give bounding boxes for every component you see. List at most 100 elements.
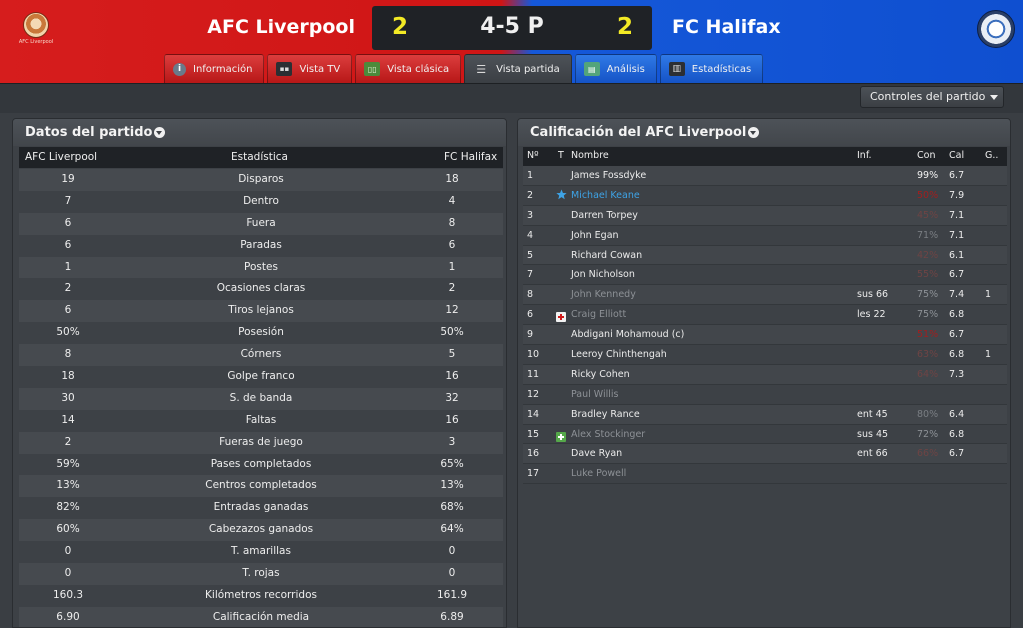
column-header-home[interactable]: AFC Liverpool xyxy=(25,151,97,163)
match-tabs: i Información ▪▪ Vista TV ▯▯ Vista clási… xyxy=(164,54,764,83)
stat-label: Fuera xyxy=(246,216,276,229)
player-row[interactable]: 9 Abdigani Mohamoud (c) 51% 6.7 xyxy=(523,325,1007,346)
player-condition: 50% xyxy=(917,189,939,201)
player-rating: 6.8 xyxy=(949,309,965,321)
player-name[interactable]: Alex Stockinger xyxy=(571,429,645,440)
home-value: 7 xyxy=(64,194,72,207)
injury-icon xyxy=(556,308,568,323)
table-row: 2 Ocasiones claras 2 xyxy=(19,278,503,301)
player-row[interactable]: 5 Richard Cowan 42% 6.1 xyxy=(523,245,1007,266)
player-name[interactable]: Richard Cowan xyxy=(571,250,642,261)
player-row[interactable]: 10 Leeroy Chinthengah 63% 6.8 1 xyxy=(523,345,1007,365)
ratings-panel-title[interactable]: Calificación del AFC Liverpool xyxy=(518,119,1010,146)
table-row: 6.90 Calificación media 6.89 xyxy=(19,606,503,627)
player-number: 2 xyxy=(527,189,534,201)
column-header-no[interactable]: Nº xyxy=(527,150,539,161)
column-header-t[interactable]: T xyxy=(558,150,564,161)
player-row[interactable]: 4 John Egan 71% 7.1 xyxy=(523,225,1007,246)
player-number: 8 xyxy=(527,289,534,301)
player-row[interactable]: 6 Craig Elliott les 22 75% 6.8 xyxy=(523,305,1007,326)
table-row: 0 T. amarillas 0 xyxy=(19,541,503,564)
stats-panel-title[interactable]: Datos del partido xyxy=(13,119,506,146)
panel-menu-icon[interactable] xyxy=(154,127,166,138)
player-number: 7 xyxy=(527,269,534,281)
player-name[interactable]: John Kennedy xyxy=(571,289,636,300)
player-rating: 6.1 xyxy=(949,249,965,261)
player-row[interactable]: 14 Bradley Rance ent 45 80% 6.4 xyxy=(523,404,1007,425)
tab-vista-partida[interactable]: ☰ Vista partida xyxy=(464,54,572,83)
player-row[interactable]: 17 Luke Powell xyxy=(523,464,1007,485)
home-value: 160.3 xyxy=(52,588,84,601)
tab-vista-clasica[interactable]: ▯▯ Vista clásica xyxy=(355,54,462,83)
player-row[interactable]: 3 Darren Torpey 45% 7.1 xyxy=(523,205,1007,226)
player-row[interactable]: 8 John Kennedy sus 66 75% 7.4 1 xyxy=(523,285,1007,306)
stat-label: Posesión xyxy=(238,326,284,339)
player-condition: 75% xyxy=(917,289,939,301)
column-header-stat[interactable]: Estadística xyxy=(231,151,288,163)
table-row: 7 Dentro 4 xyxy=(19,190,503,213)
table-row: 1 Postes 1 xyxy=(19,256,503,279)
column-header-away[interactable]: FC Halifax xyxy=(444,151,497,163)
tab-analisis[interactable]: ▤ Análisis xyxy=(574,54,657,83)
player-condition: 66% xyxy=(917,448,939,460)
tab-informacion[interactable]: i Información xyxy=(164,54,265,83)
player-badge xyxy=(556,268,568,280)
tab-estadisticas[interactable]: ▥ Estadísticas xyxy=(659,54,764,83)
player-condition: 51% xyxy=(917,329,939,341)
player-name[interactable]: Bradley Rance xyxy=(571,409,640,420)
column-header-goals[interactable]: G.. xyxy=(985,150,998,161)
player-name[interactable]: Darren Torpey xyxy=(571,210,638,221)
stat-label: Pases completados xyxy=(210,457,312,470)
player-row[interactable]: 1 James Fossdyke 99% 6.7 xyxy=(523,166,1007,186)
player-info: les 22 xyxy=(857,309,886,321)
player-row[interactable]: 7 Jon Nicholson 55% 6.7 xyxy=(523,265,1007,286)
match-controls-dropdown[interactable]: Controles del partido xyxy=(860,86,1004,108)
player-rating: 6.7 xyxy=(949,448,965,460)
pitch-icon: ▯▯ xyxy=(364,62,381,76)
player-row[interactable]: 11 Ricky Cohen 64% 7.3 xyxy=(523,364,1007,385)
column-header-con[interactable]: Con xyxy=(917,150,935,161)
stat-label: Golpe franco xyxy=(227,370,295,383)
column-header-inf[interactable]: Inf. xyxy=(857,150,872,161)
player-number: 1 xyxy=(527,170,534,181)
player-name[interactable]: Paul Willis xyxy=(571,389,619,400)
player-info: ent 66 xyxy=(857,448,888,460)
player-name[interactable]: Jon Nicholson xyxy=(571,269,635,280)
substitution-icon xyxy=(556,428,568,442)
away-value: 12 xyxy=(445,304,459,317)
player-number: 6 xyxy=(527,309,534,321)
stats-table-body: 19 Disparos 18 7 Dentro 4 6 Fuera 8 6 Paradas 6 1 Pos… xyxy=(19,169,503,627)
player-row[interactable]: 15 Alex Stockinger sus 45 72% 6.8 xyxy=(523,424,1007,445)
player-name[interactable]: John Egan xyxy=(571,230,619,241)
player-row[interactable]: 2 Michael Keane 50% 7.9 xyxy=(523,185,1007,206)
player-name[interactable]: Leeroy Chinthengah xyxy=(571,349,667,360)
player-name[interactable]: James Fossdyke xyxy=(571,170,646,181)
player-name[interactable]: Craig Elliott xyxy=(571,309,626,320)
player-name[interactable]: Dave Ryan xyxy=(571,448,622,459)
player-badge xyxy=(556,249,568,261)
player-name[interactable]: Michael Keane xyxy=(571,190,640,201)
ratings-table-body: 1 James Fossdyke 99% 6.7 2 Michael Keane 50% 7.… xyxy=(523,166,1007,485)
home-team-name[interactable]: AFC Liverpool xyxy=(207,16,355,38)
player-row[interactable]: 16 Dave Ryan ent 66 66% 6.7 xyxy=(523,444,1007,465)
player-rating: 6.4 xyxy=(949,408,965,420)
player-name[interactable]: Abdigani Mohamoud (c) xyxy=(571,329,684,340)
match-controls-label: Controles del partido xyxy=(870,90,986,103)
player-name[interactable]: Ricky Cohen xyxy=(571,369,630,380)
stat-label: Calificación media xyxy=(212,610,310,623)
column-header-name[interactable]: Nombre xyxy=(571,150,609,161)
player-name[interactable]: Luke Powell xyxy=(571,468,626,479)
tab-vista-tv[interactable]: ▪▪ Vista TV xyxy=(267,54,353,83)
stat-label: Tiros lejanos xyxy=(228,304,294,317)
away-value: 32 xyxy=(445,391,459,404)
player-row[interactable]: 12 Paul Willis xyxy=(523,384,1007,405)
player-condition: 42% xyxy=(917,249,939,261)
away-team-name[interactable]: FC Halifax xyxy=(672,16,781,38)
player-number: 9 xyxy=(527,329,534,341)
player-badge xyxy=(556,447,568,459)
stat-label: T. rojas xyxy=(242,567,280,580)
star-icon xyxy=(556,189,568,201)
column-header-cal[interactable]: Cal xyxy=(949,150,964,161)
panel-menu-icon[interactable] xyxy=(748,127,760,138)
player-condition: 72% xyxy=(917,428,939,440)
